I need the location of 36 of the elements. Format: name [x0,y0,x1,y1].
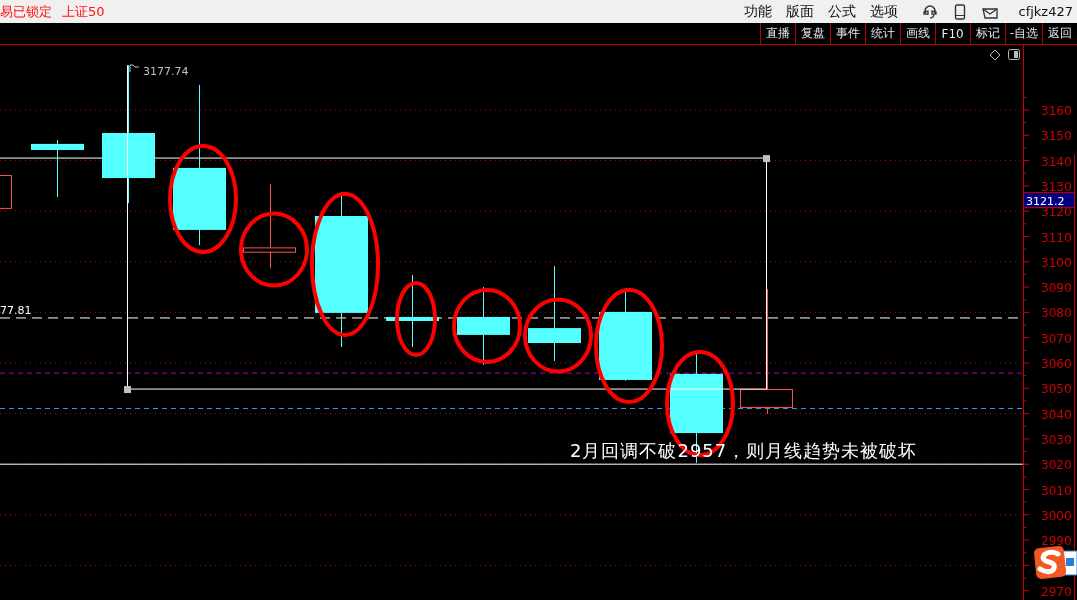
axis-label: 3090 [1041,281,1072,296]
axis-label: 3000 [1041,508,1072,523]
menu-item[interactable]: 选项 [870,2,899,21]
line-handle [124,386,131,394]
user-name[interactable]: cfjkz427 [1018,4,1073,19]
axis-label: 3070 [1041,331,1072,346]
headset-icon[interactable] [922,3,939,20]
axis-label: 3030 [1041,432,1072,447]
line-handle [763,155,770,163]
panel-toggle-icon [1008,49,1020,60]
axis-label: 3130 [1041,179,1072,194]
price-tag: 3121.2 [1023,192,1075,209]
phone-icon[interactable] [954,3,967,20]
axis-label: 3020 [1041,458,1072,473]
axis-label: 3100 [1041,255,1072,270]
axis-label: 2990 [1041,534,1072,549]
index-name: 上证50 [62,2,105,21]
high-price-label: 3177.74 [143,65,189,78]
line-price-label: 77.81 [0,304,32,317]
lock-status: 易已锁定 [0,2,52,21]
axis-label: 2970 [1041,584,1072,599]
axis-label: 3060 [1041,357,1072,371]
diamond-icon [989,49,1001,61]
axis-label: 3150 [1041,129,1072,144]
menu-item[interactable]: 功能 [744,2,773,21]
flag-icon [129,64,140,73]
axis-label: 3080 [1041,306,1072,321]
menu-item[interactable]: 公式 [828,2,857,21]
axis-label: 3050 [1041,382,1072,397]
axis-label: 3010 [1041,483,1072,498]
input-method-icon [1033,545,1077,580]
menu-item[interactable]: 版面 [786,2,815,21]
axis-label: 3040 [1041,407,1072,422]
axis-label: 3110 [1041,230,1072,245]
axis-label: 3160 [1041,104,1072,118]
axis-label: 3140 [1041,154,1072,169]
